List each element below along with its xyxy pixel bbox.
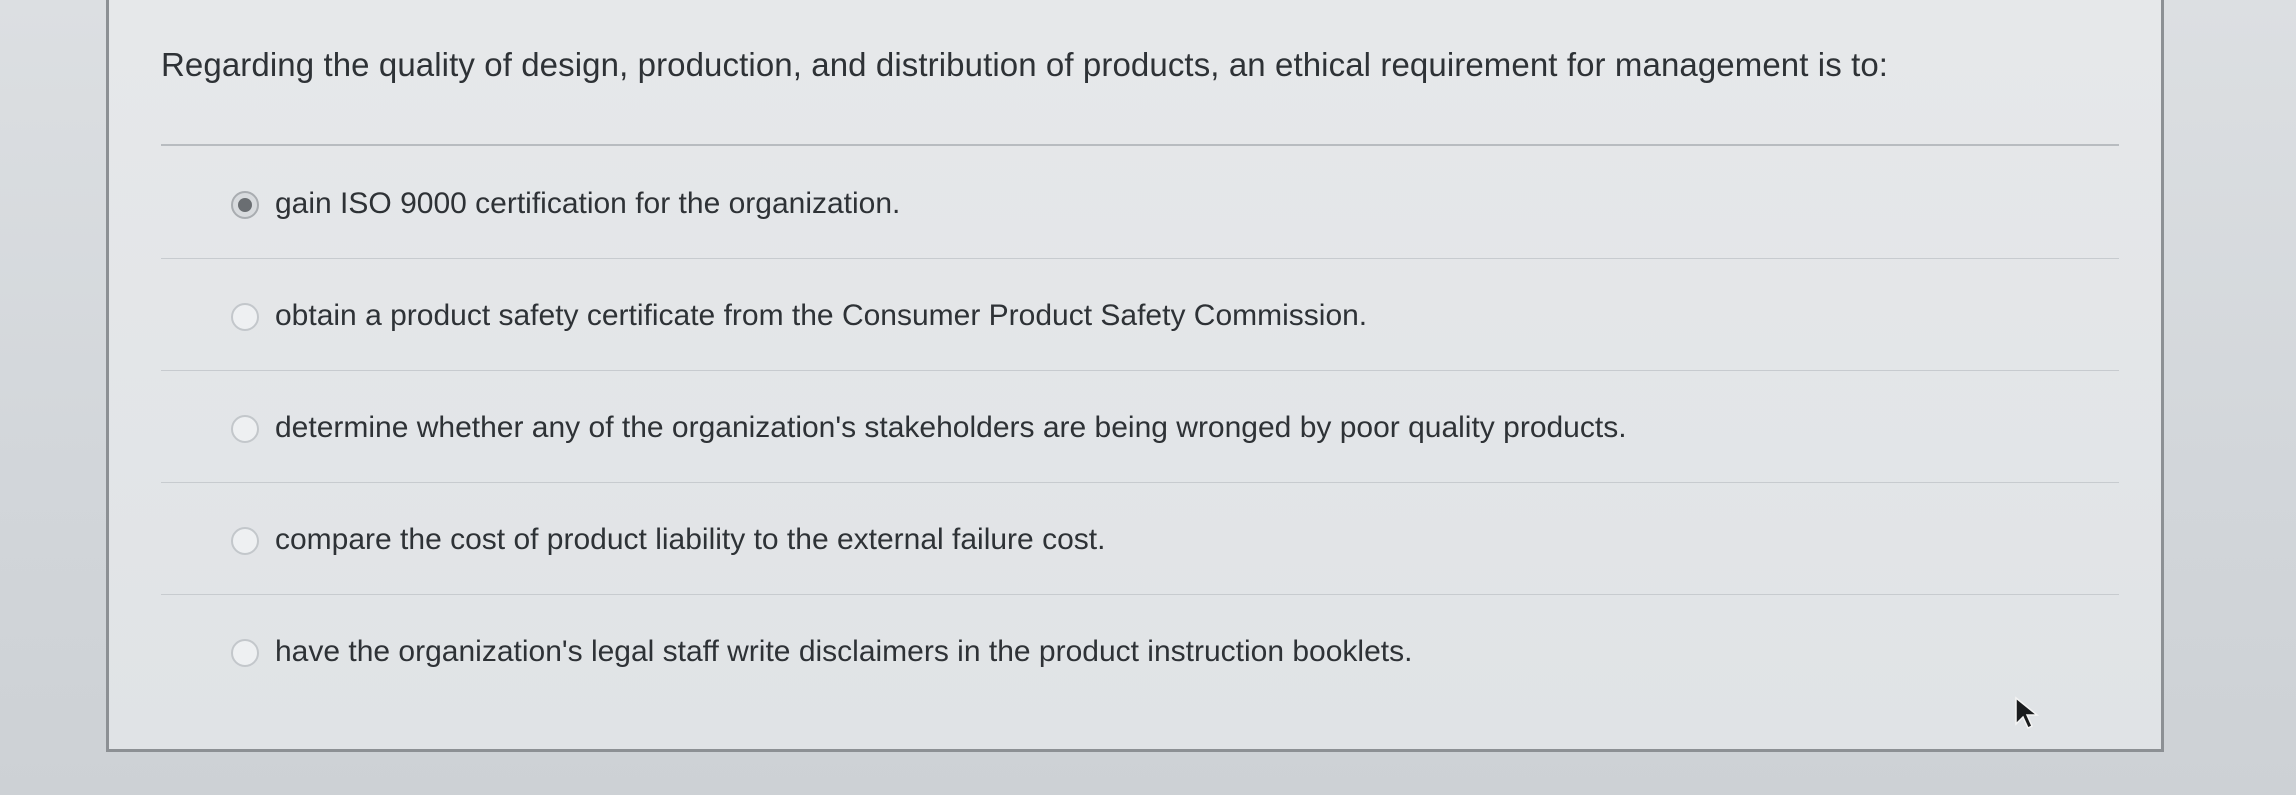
radio-button-selected[interactable]	[231, 191, 259, 219]
answer-option[interactable]: gain ISO 9000 certification for the orga…	[161, 147, 2119, 259]
radio-button[interactable]	[231, 527, 259, 555]
radio-button[interactable]	[231, 415, 259, 443]
mouse-pointer-icon	[2015, 696, 2040, 730]
answer-option-label[interactable]: gain ISO 9000 certification for the orga…	[275, 187, 900, 221]
answer-option-label[interactable]: obtain a product safety certificate from…	[275, 299, 1367, 333]
answer-option-label[interactable]: determine whether any of the organizatio…	[275, 411, 1627, 445]
answer-option[interactable]: have the organization's legal staff writ…	[161, 595, 2119, 707]
screen: Regarding the quality of design, product…	[0, 0, 2296, 795]
answer-option[interactable]: compare the cost of product liability to…	[161, 483, 2119, 595]
radio-button[interactable]	[231, 639, 259, 667]
question-card: Regarding the quality of design, product…	[106, 0, 2164, 752]
answer-option-label[interactable]: have the organization's legal staff writ…	[275, 635, 1412, 669]
answer-option[interactable]: obtain a product safety certificate from…	[161, 259, 2119, 371]
answer-options: gain ISO 9000 certification for the orga…	[161, 147, 2119, 707]
answer-option[interactable]: determine whether any of the organizatio…	[161, 371, 2119, 483]
answer-option-label[interactable]: compare the cost of product liability to…	[275, 523, 1105, 557]
radio-button[interactable]	[231, 303, 259, 331]
question-text: Regarding the quality of design, product…	[161, 46, 1889, 83]
question-divider	[161, 144, 2119, 146]
